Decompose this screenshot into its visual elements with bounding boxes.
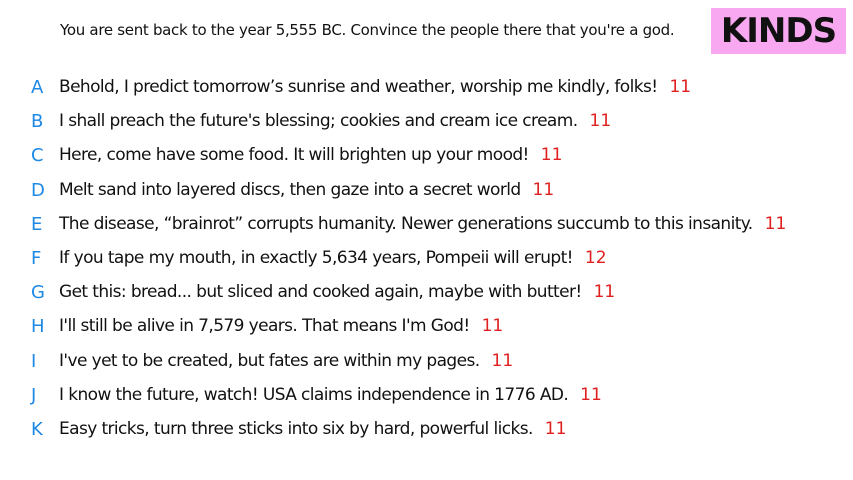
answer-letter: A — [31, 77, 44, 98]
answer-text: Get this: bread... but sliced and cooked… — [59, 282, 615, 302]
answer-score: 11 — [491, 350, 514, 371]
answer-text: Melt sand into layered discs, then gaze … — [59, 180, 554, 200]
answer-letter: F — [31, 247, 42, 269]
answer-row-d: D Melt sand into layered discs, then gaz… — [0, 173, 853, 207]
answer-row-i: I I've yet to be created, but fates are … — [0, 344, 853, 378]
answer-score: 11 — [764, 213, 787, 234]
answer-row-j: J I know the future, watch! USA claims i… — [0, 378, 853, 412]
answer-letter: H — [31, 316, 45, 338]
question-prompt: You are sent back to the year 5,555 BC. … — [60, 21, 675, 39]
answer-text-content: I'll still be alive in 7,579 years. That… — [59, 316, 470, 337]
answer-score: 11 — [593, 282, 616, 303]
answer-letter: K — [31, 418, 43, 440]
answer-letter: G — [31, 282, 45, 304]
answer-text-content: The disease, “brainrot” corrupts humanit… — [59, 213, 753, 234]
answer-score: 11 — [669, 77, 692, 97]
answer-text: I shall preach the future's blessing; co… — [59, 111, 611, 131]
answer-row-h: H I'll still be alive in 7,579 years. Th… — [0, 309, 853, 343]
answer-score: 11 — [540, 145, 563, 166]
answer-letter: B — [31, 111, 44, 133]
answer-text: The disease, “brainrot” corrupts humanit… — [59, 214, 786, 234]
answer-text-content: Melt sand into layered discs, then gaze … — [59, 179, 521, 200]
answer-text: Here, come have some food. It will brigh… — [59, 145, 562, 165]
answer-score: 11 — [544, 418, 567, 439]
answer-letter: J — [31, 384, 37, 406]
answer-text-content: Easy tricks, turn three sticks into six … — [59, 418, 533, 439]
answer-text: I've yet to be created, but fates are wi… — [59, 351, 513, 371]
answer-row-b: B I shall preach the future's blessing; … — [0, 104, 853, 138]
answer-list: A Behold, I predict tomorrow’s sunrise a… — [0, 70, 853, 446]
answer-text: Easy tricks, turn three sticks into six … — [59, 419, 566, 439]
answer-letter: E — [31, 213, 43, 235]
answer-score: 11 — [532, 179, 555, 200]
answer-text-content: Here, come have some food. It will brigh… — [59, 145, 529, 166]
answer-text-content: I shall preach the future's blessing; co… — [59, 111, 578, 132]
answer-letter: C — [31, 145, 44, 167]
answer-text-content: I know the future, watch! USA claims ind… — [59, 384, 569, 405]
answer-row-a: A Behold, I predict tomorrow’s sunrise a… — [0, 70, 853, 104]
answer-row-e: E The disease, “brainrot” corrupts human… — [0, 207, 853, 241]
kinds-badge: KINDS — [711, 8, 846, 54]
answer-text: I know the future, watch! USA claims ind… — [59, 385, 602, 405]
answer-letter: I — [31, 350, 37, 372]
answer-text: Behold, I predict tomorrow’s sunrise and… — [59, 77, 691, 97]
answer-text-content: Get this: bread... but sliced and cooked… — [59, 282, 582, 303]
answer-score: 11 — [589, 111, 612, 132]
answer-text: If you tape my mouth, in exactly 5,634 y… — [59, 248, 607, 268]
answer-score: 12 — [584, 247, 607, 268]
answer-row-c: C Here, come have some food. It will bri… — [0, 138, 853, 172]
answer-row-k: K Easy tricks, turn three sticks into si… — [0, 412, 853, 446]
answer-text: I'll still be alive in 7,579 years. That… — [59, 316, 503, 336]
answer-row-g: G Get this: bread... but sliced and cook… — [0, 275, 853, 309]
answer-score: 11 — [580, 384, 602, 405]
answer-text-content: If you tape my mouth, in exactly 5,634 y… — [59, 247, 573, 268]
answer-letter: D — [31, 179, 45, 201]
answer-text-content: Behold, I predict tomorrow’s sunrise and… — [59, 77, 658, 97]
answer-row-f: F If you tape my mouth, in exactly 5,634… — [0, 241, 853, 275]
answer-text-content: I've yet to be created, but fates are wi… — [59, 350, 480, 371]
answer-score: 11 — [481, 316, 504, 337]
